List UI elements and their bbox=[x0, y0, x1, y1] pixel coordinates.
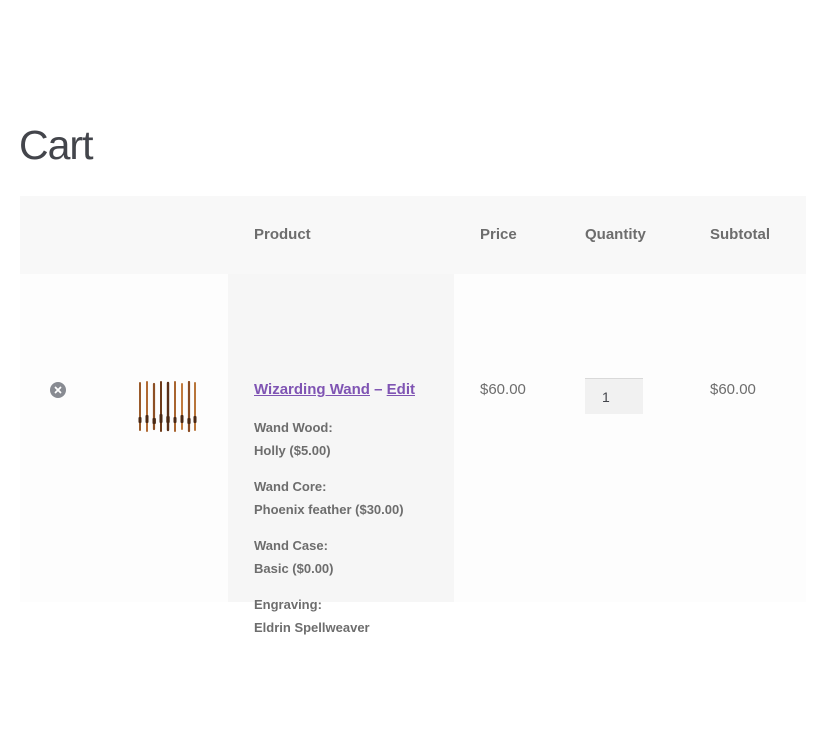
meta-wand-case: Wand Case: Basic ($0.00) bbox=[254, 535, 334, 580]
meta-value: Basic ($0.00) bbox=[254, 560, 334, 576]
cart-item-row: Wizarding Wand – Edit Wand Wood: Holly (… bbox=[20, 274, 806, 635]
meta-label: Engraving: bbox=[254, 597, 322, 612]
product-thumbnail[interactable] bbox=[136, 380, 198, 433]
edit-link[interactable]: Edit bbox=[387, 381, 415, 398]
remove-item-icon[interactable] bbox=[50, 382, 66, 398]
header-product: Product bbox=[254, 226, 311, 243]
cart-table: Product Price Quantity Subtotal Wizardin… bbox=[20, 196, 806, 635]
item-price: $60.00 bbox=[480, 381, 526, 398]
product-name-line: Wizarding Wand – Edit bbox=[254, 379, 415, 401]
name-separator: – bbox=[374, 381, 383, 398]
meta-value: Holly ($5.00) bbox=[254, 442, 331, 458]
meta-value: Eldrin Spellweaver bbox=[254, 619, 370, 635]
product-name-link[interactable]: Wizarding Wand bbox=[254, 381, 370, 398]
cart-table-header: Product Price Quantity Subtotal bbox=[20, 196, 806, 274]
header-quantity: Quantity bbox=[585, 226, 646, 243]
meta-value: Phoenix feather ($30.00) bbox=[254, 501, 404, 517]
header-price: Price bbox=[480, 226, 517, 243]
item-subtotal: $60.00 bbox=[710, 381, 756, 398]
page-title: Cart bbox=[19, 122, 93, 168]
meta-wand-core: Wand Core: Phoenix feather ($30.00) bbox=[254, 476, 404, 521]
meta-label: Wand Wood: bbox=[254, 420, 333, 435]
close-icon bbox=[54, 386, 62, 394]
meta-label: Wand Core: bbox=[254, 479, 327, 494]
meta-engraving: Engraving: Eldrin Spellweaver bbox=[254, 594, 370, 639]
meta-wand-wood: Wand Wood: Holly ($5.00) bbox=[254, 417, 333, 462]
quantity-input[interactable] bbox=[585, 378, 643, 414]
header-subtotal: Subtotal bbox=[710, 226, 770, 243]
meta-label: Wand Case: bbox=[254, 538, 328, 553]
wands-image-icon bbox=[138, 380, 197, 433]
